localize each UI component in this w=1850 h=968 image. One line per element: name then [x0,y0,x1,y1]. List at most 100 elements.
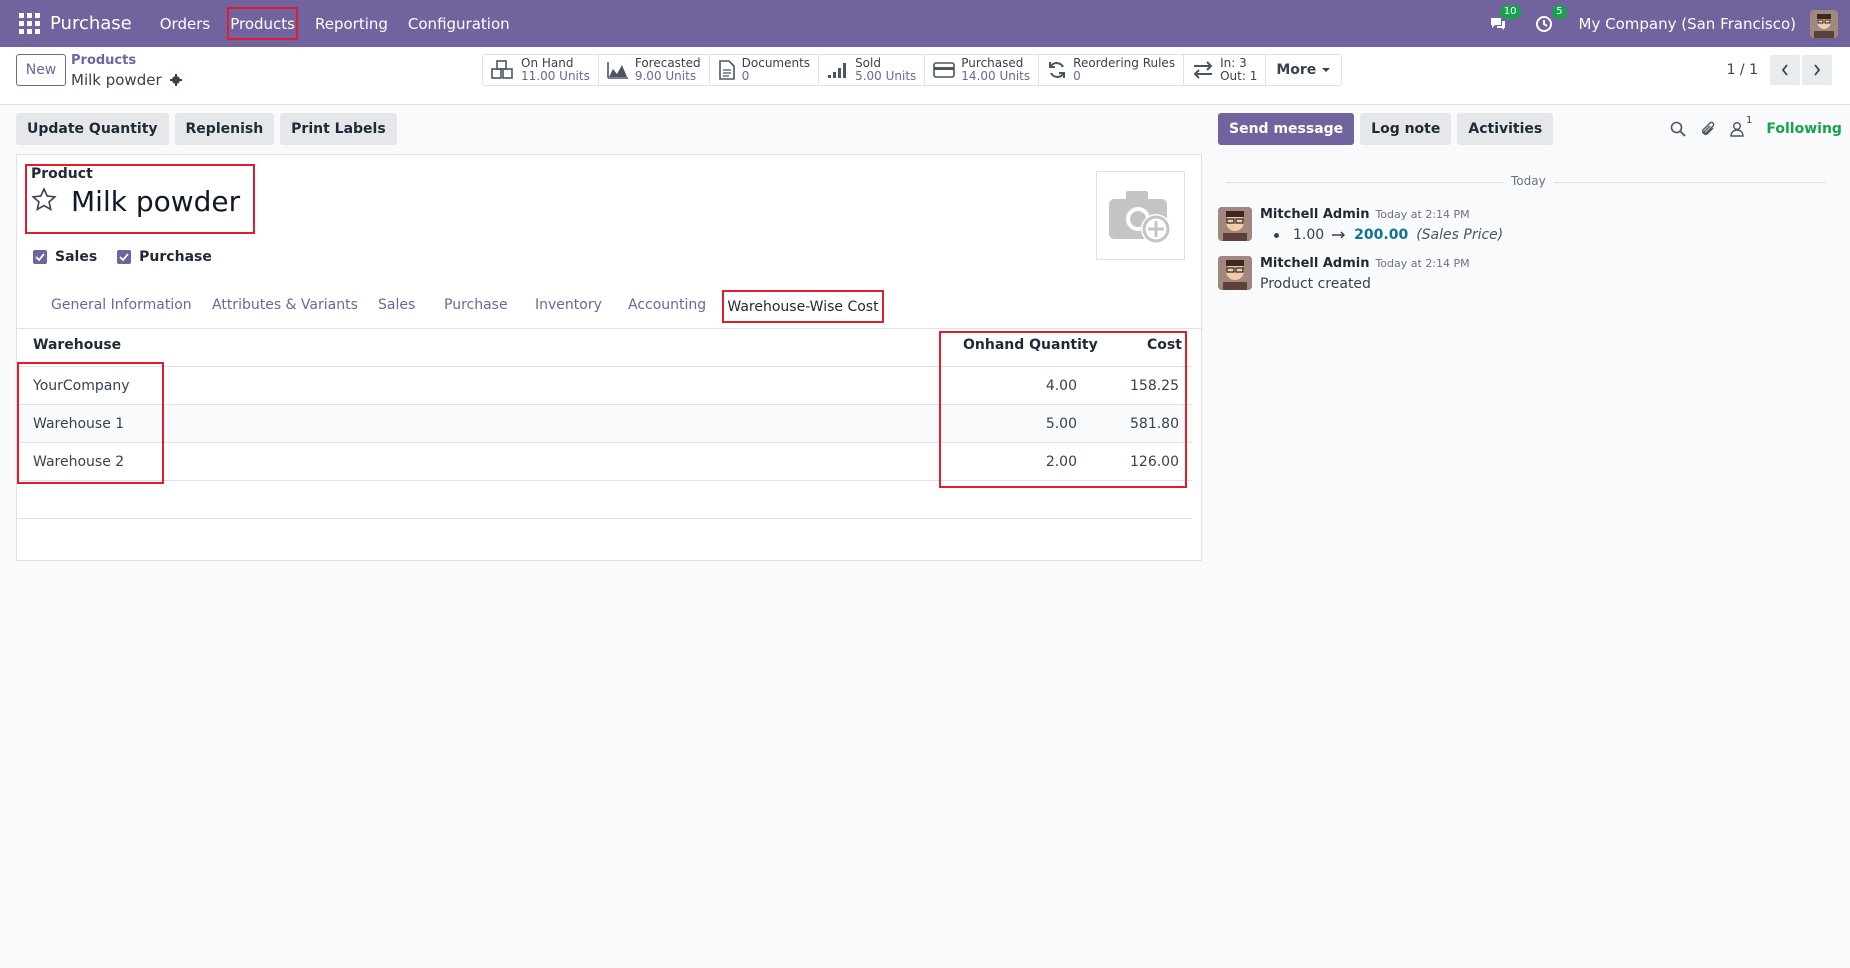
more-dropdown[interactable]: More [1266,55,1341,85]
pager-value[interactable]: 1 / 1 [1727,62,1758,78]
update-quantity-button[interactable]: Update Quantity [16,113,169,145]
column-header-warehouse[interactable]: Warehouse [33,337,121,353]
stat-value: 0 [1073,69,1081,83]
tab-inventory[interactable]: Inventory [535,297,602,313]
form-sheet: Product Milk powder Sales Purchase Gener… [16,154,1203,561]
pager: 1 / 1 [1727,54,1832,86]
followers-count: 1 [1746,115,1753,126]
chevron-left-icon [1781,64,1788,76]
sales-checkbox[interactable]: Sales [33,249,97,265]
stat-value: 5.00 Units [855,69,917,83]
pager-next-button[interactable] [1802,55,1832,85]
author-name[interactable]: Mitchell Admin [1260,256,1369,271]
exchange-icon [1193,61,1213,79]
paperclip-icon[interactable] [1700,121,1716,137]
activities-clock-icon[interactable]: 5 [1533,4,1567,35]
chatter-tools: 1 Following [1670,113,1842,145]
user-avatar[interactable] [1810,9,1838,38]
new-button[interactable]: New [16,54,66,86]
tab-general-information[interactable]: General Information [51,297,192,313]
send-message-button[interactable]: Send message [1218,113,1355,145]
breadcrumb-current-label: Milk powder [71,71,162,89]
caret-down-icon [1322,68,1331,72]
following-button[interactable]: Following [1766,121,1842,137]
refresh-icon [1049,62,1066,78]
author-name[interactable]: Mitchell Admin [1260,207,1369,222]
cubes-icon [491,60,513,79]
old-value: 1.00 [1293,227,1325,243]
stat-value: 0 [741,69,750,83]
stat-sold[interactable]: Sold 5.00 Units [819,55,926,85]
tracked-field-name: (Sales Price) [1416,227,1504,243]
stat-documents[interactable]: Documents 0 [710,55,820,85]
stat-label: Reordering Rules [1073,56,1176,70]
avatar[interactable] [1218,256,1252,290]
arrow-right-icon [1332,231,1346,239]
tab-warehouse-wise-cost[interactable]: Warehouse-Wise Cost [722,290,884,323]
stat-value: 9.00 Units [634,69,697,83]
avatar[interactable] [1218,207,1252,241]
replenish-button[interactable]: Replenish [174,113,275,145]
stat-forecasted[interactable]: Forecasted 9.00 Units [599,55,710,85]
chevron-right-icon [1814,64,1821,76]
message-author: Mitchell Admin Today at 2:14 PM [1260,256,1470,271]
user-icon [1730,122,1744,137]
menu-products[interactable]: Products [220,0,305,47]
signal-icon [828,63,847,78]
chatter-buttons: Send message Log note Activities [1218,113,1554,145]
new-value: 200.00 [1354,227,1409,243]
product-label: Product [31,166,93,182]
stat-in-out[interactable]: In: 3 Out: 1 [1184,55,1267,85]
stat-value: 14.00 Units [961,69,1031,83]
menu-reporting[interactable]: Reporting [305,0,398,47]
star-icon[interactable] [31,187,57,213]
message-time: Today at 2:14 PM [1375,257,1470,270]
notebook-tabs: General Information Attributes & Variant… [17,287,1203,329]
product-image-upload[interactable] [1096,171,1185,260]
message-author: Mitchell Admin Today at 2:14 PM [1260,207,1470,222]
stat-purchased[interactable]: Purchased 14.00 Units [925,55,1040,85]
purchase-checkbox-label: Purchase [139,249,212,265]
tab-accounting[interactable]: Accounting [628,297,706,313]
warehouse-column-highlight [17,362,164,484]
tab-purchase[interactable]: Purchase [444,297,508,313]
breadcrumb-current: Milk powder [71,71,182,89]
tab-sales[interactable]: Sales [378,297,415,313]
print-labels-button[interactable]: Print Labels [280,113,397,145]
messages-badge: 10 [1499,4,1521,19]
stat-on-hand[interactable]: On Hand 11.00 Units [483,55,599,85]
numbers-column-highlight [939,331,1187,488]
message-body: Product created [1260,276,1371,292]
company-switcher[interactable]: My Company (San Francisco) [1579,15,1796,33]
pager-previous-button[interactable] [1770,55,1800,85]
apps-grid-icon[interactable] [16,11,42,37]
bullet-icon [1274,232,1279,238]
gear-icon[interactable] [169,74,182,86]
purchase-checkbox[interactable]: Purchase [117,249,212,265]
search-icon[interactable] [1670,121,1686,137]
breadcrumb-parent[interactable]: Products [71,53,136,68]
stat-reordering-rules[interactable]: Reordering Rules 0 [1039,55,1185,85]
date-separator-label: Today [1503,174,1554,188]
area-chart-icon [607,62,628,79]
stat-value: Out: 1 [1220,69,1258,83]
menu-orders[interactable]: Orders [150,0,220,47]
camera-add-icon [1108,190,1171,244]
tab-attributes-variants[interactable]: Attributes & Variants [212,297,358,313]
checkbox-checked-icon [33,250,47,264]
menu-configuration[interactable]: Configuration [398,0,520,47]
message-time: Today at 2:14 PM [1375,208,1470,221]
followers-button[interactable]: 1 [1730,115,1752,137]
top-navbar: Purchase Orders Products Reporting Confi… [0,0,1850,47]
messages-icon[interactable]: 10 [1487,4,1521,35]
activities-button[interactable]: Activities [1457,113,1554,145]
app-title[interactable]: Purchase [50,13,132,34]
log-note-button[interactable]: Log note [1360,113,1452,145]
more-label: More [1276,62,1317,78]
stat-value: 11.00 Units [521,69,590,83]
product-name-field[interactable]: Milk powder [71,185,240,218]
credit-card-icon [933,62,956,78]
control-panel: New Products Milk powder On Hand 11.00 Un… [0,47,1850,105]
product-flags: Sales Purchase [33,249,212,265]
stat-label: Documents [741,56,811,70]
